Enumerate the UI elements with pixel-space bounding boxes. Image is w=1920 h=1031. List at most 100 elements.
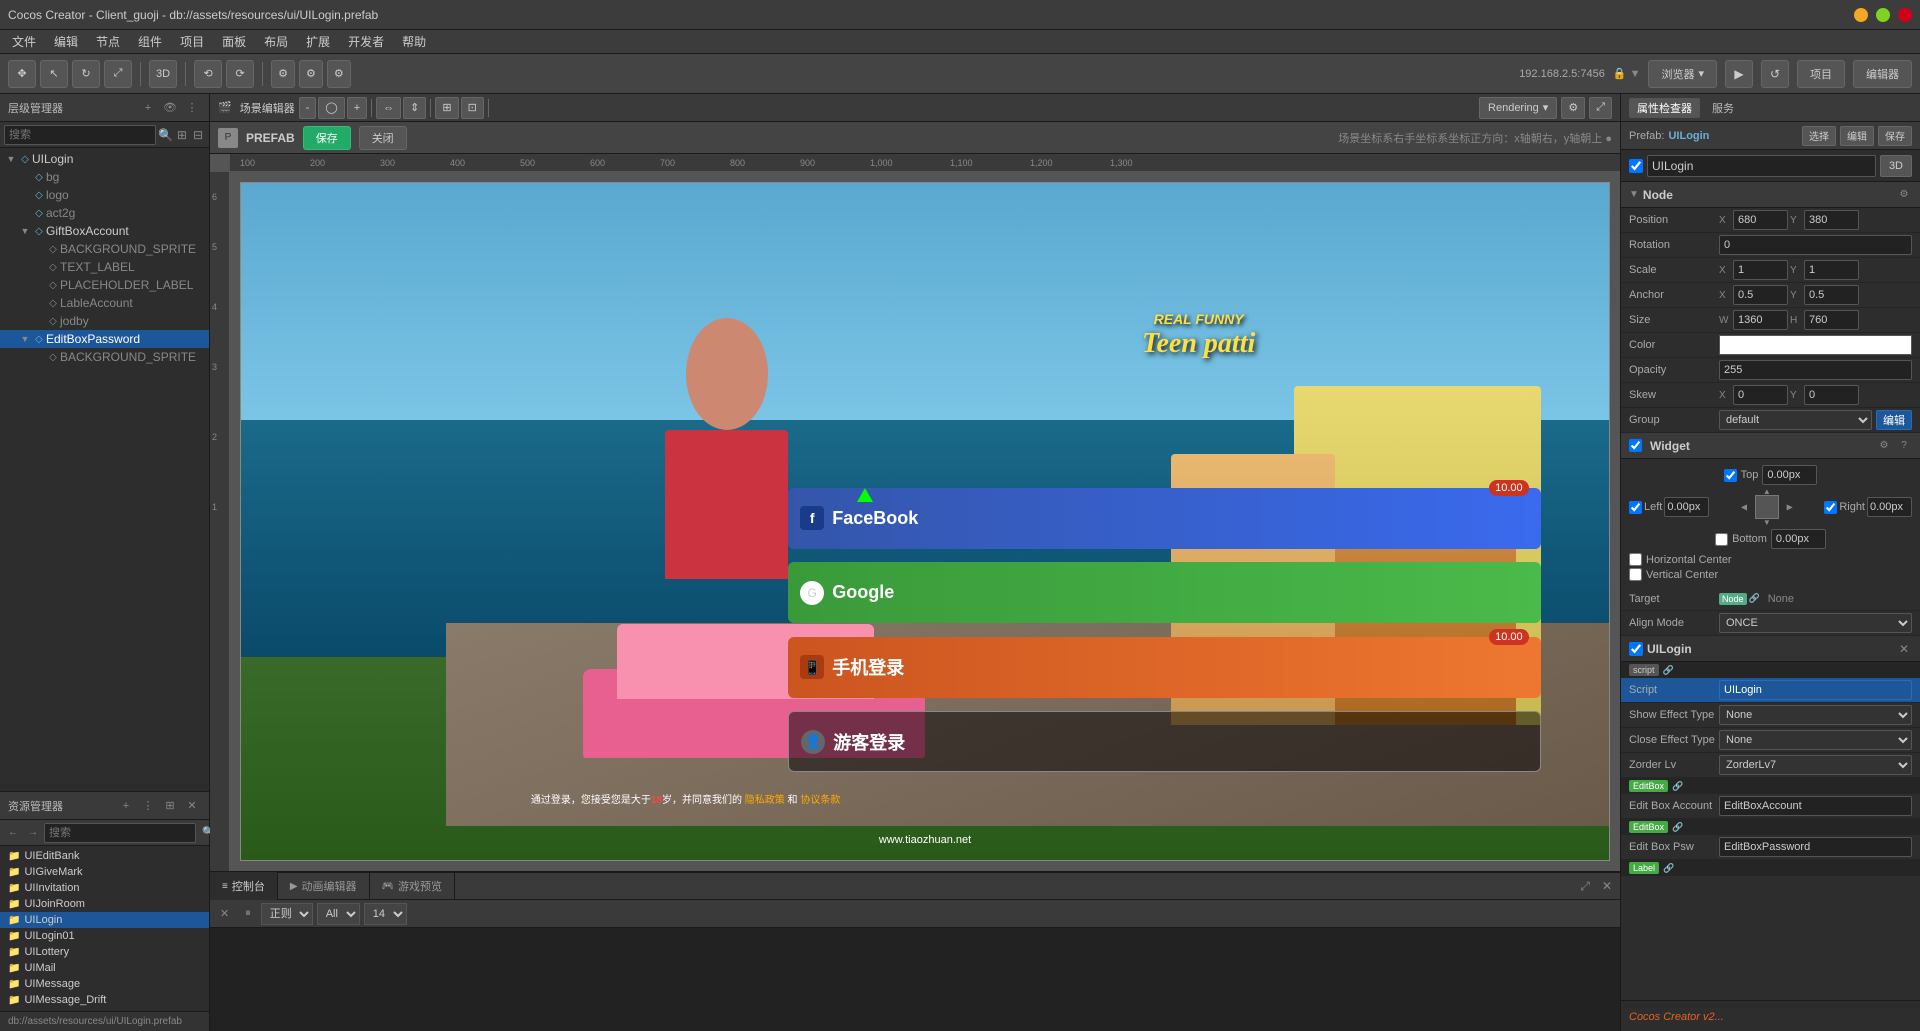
menu-extend[interactable]: 扩展 [298, 31, 338, 52]
tab-expand-btn[interactable]: ⤢ [1576, 877, 1594, 895]
asset-more-btn[interactable]: ⋮ [139, 797, 157, 815]
hierarchy-search-expand[interactable]: ⊞ [175, 126, 189, 144]
asset-close-btn[interactable]: ✕ [183, 797, 201, 815]
asset-item-uigivemark[interactable]: 📁UIGiveMark [0, 864, 209, 880]
menu-edit[interactable]: 编辑 [46, 31, 86, 52]
uilogin-close-btn[interactable]: ✕ [1896, 641, 1912, 657]
tree-node-bg-sprite-2[interactable]: ▶ ◇ BACKGROUND_SPRITE [0, 348, 209, 366]
hierarchy-more-btn[interactable]: ⋮ [183, 99, 201, 117]
zoom-reset-btn[interactable]: ◯ [318, 97, 344, 119]
target-link-icon[interactable]: 🔗 [1749, 593, 1760, 604]
asset-item-uijoinroom[interactable]: 📁UIJoinRoom [0, 896, 209, 912]
group-edit-btn[interactable]: 编辑 [1876, 410, 1912, 430]
widget-bottom-input[interactable] [1771, 529, 1826, 549]
editbox-password-link[interactable]: 🔗 [1672, 822, 1683, 833]
opacity-input[interactable] [1719, 360, 1912, 380]
3d-toggle-btn[interactable]: 3D [1880, 155, 1912, 177]
asset-item-uimessage-drift[interactable]: 📁UIMessage_Drift [0, 992, 209, 1008]
tree-node-act2g[interactable]: ▶ ◇ act2g [0, 204, 209, 222]
menu-help[interactable]: 帮助 [394, 31, 434, 52]
tree-node-bg-sprite-1[interactable]: ▶ ◇ BACKGROUND_SPRITE [0, 240, 209, 258]
facebook-btn[interactable]: f FaceBook 10.00 [788, 488, 1540, 549]
maximize-button[interactable] [1876, 8, 1890, 22]
tab-close-btn[interactable]: ✕ [1598, 877, 1616, 895]
color-picker[interactable] [1719, 335, 1912, 355]
hierarchy-add-btn[interactable]: + [139, 99, 157, 117]
play-button[interactable]: ▶ [1725, 60, 1753, 88]
close-button[interactable] [1898, 8, 1912, 22]
menu-file[interactable]: 文件 [4, 31, 44, 52]
asset-item-uilottery[interactable]: 📁UILottery [0, 944, 209, 960]
toolbar-pause[interactable]: ⚙ [299, 60, 323, 88]
hierarchy-search-input[interactable] [4, 125, 156, 145]
scale-y-input[interactable] [1804, 260, 1859, 280]
tree-node-placeholder-label[interactable]: ▶ ◇ PLACEHOLDER_LABEL [0, 276, 209, 294]
asset-back-btn[interactable]: ← [4, 823, 22, 843]
toolbar-rotate[interactable]: ↻ [72, 60, 100, 88]
scene-expand-btn[interactable]: ⤢ [1589, 97, 1612, 119]
inspector-tab-service[interactable]: 服务 [1704, 98, 1742, 118]
grid-btn[interactable]: ⊞ [435, 97, 458, 119]
toolbar-redo[interactable]: ⟳ [226, 60, 254, 88]
asset-item-uieditbank[interactable]: 📁UIEditBank [0, 848, 209, 864]
editbox-account-link[interactable]: 🔗 [1672, 781, 1683, 792]
align-h-btn[interactable]: ⇔ [376, 97, 401, 119]
node-section-header[interactable]: ▼ Node ⚙ [1621, 182, 1920, 208]
align-mode-select[interactable]: ONCE [1719, 613, 1912, 633]
asset-item-uimessage[interactable]: 📁UIMessage [0, 976, 209, 992]
tree-node-giftboxaccount[interactable]: ▼ ◇ GiftBoxAccount [0, 222, 209, 240]
editor-button[interactable]: 编辑器 [1853, 60, 1912, 88]
skew-x-input[interactable] [1733, 385, 1788, 405]
snap-btn[interactable]: ⊡ [461, 97, 484, 119]
toolbar-3d[interactable]: 3D [149, 60, 177, 88]
widget-h-center-checkbox[interactable] [1629, 553, 1642, 566]
widget-right-checkbox[interactable] [1824, 501, 1837, 514]
console-filter-select[interactable]: 正则 [261, 903, 313, 925]
align-v-btn[interactable]: ⇕ [403, 97, 426, 119]
size-w-input[interactable] [1733, 310, 1788, 330]
tab-game-preview[interactable]: 🎮 游戏预览 [370, 872, 455, 900]
widget-right-input[interactable] [1867, 497, 1912, 517]
menu-component[interactable]: 组件 [130, 31, 170, 52]
tab-console[interactable]: ≡ 控制台 [210, 872, 278, 900]
widget-v-center-checkbox[interactable] [1629, 568, 1642, 581]
zoom-in-btn[interactable]: + [347, 97, 367, 119]
phone-login-btn[interactable]: 📱 手机登录 10.00 [788, 637, 1540, 698]
toolbar-step[interactable]: ⚙ [327, 60, 351, 88]
node-active-checkbox[interactable] [1629, 159, 1643, 173]
widget-bottom-checkbox[interactable] [1715, 533, 1728, 546]
widget-left-input[interactable] [1664, 497, 1709, 517]
save-prefab-inspector-btn[interactable]: 保存 [1878, 126, 1912, 146]
hierarchy-search-collapse[interactable]: ⊟ [191, 126, 205, 144]
edit-box-psw-input[interactable] [1719, 837, 1912, 857]
close-prefab-btn[interactable]: 关闭 [359, 126, 407, 150]
anchor-x-input[interactable] [1733, 285, 1788, 305]
widget-help-icon[interactable]: ? [1896, 438, 1912, 454]
menu-project[interactable]: 项目 [172, 31, 212, 52]
menu-layout[interactable]: 布局 [256, 31, 296, 52]
console-level-select[interactable]: All [317, 903, 360, 925]
node-name-input[interactable] [1647, 155, 1876, 177]
label-link[interactable]: 🔗 [1663, 863, 1674, 874]
toolbar-scale[interactable]: ⤢ [104, 60, 132, 88]
tree-node-jodby[interactable]: ▶ ◇ jodby [0, 312, 209, 330]
choose-prefab-btn[interactable]: 选择 [1802, 126, 1836, 146]
console-size-select[interactable]: 14 [364, 903, 407, 925]
anchor-y-input[interactable] [1804, 285, 1859, 305]
menu-developer[interactable]: 开发者 [340, 31, 392, 52]
zorder-select[interactable]: ZorderLv7 [1719, 755, 1912, 775]
inspector-tab-properties[interactable]: 属性检查器 [1629, 98, 1700, 118]
node-section-settings[interactable]: ⚙ [1896, 187, 1912, 203]
widget-section-header[interactable]: Widget ⚙ ? [1621, 433, 1920, 459]
menu-panel[interactable]: 面板 [214, 31, 254, 52]
console-clear-btn[interactable]: ✕ [214, 904, 235, 924]
show-effect-select[interactable]: None [1719, 705, 1912, 725]
refresh-button[interactable]: ↺ [1761, 60, 1789, 88]
script-link-icon[interactable]: 🔗 [1663, 665, 1674, 676]
scene-settings-btn[interactable]: ⚙ [1561, 97, 1585, 119]
hierarchy-search-filter[interactable]: 🔍 [158, 126, 173, 144]
widget-left-checkbox[interactable] [1629, 501, 1642, 514]
asset-add-btn[interactable]: + [117, 797, 135, 815]
script-input[interactable] [1719, 680, 1912, 700]
widget-settings-icon[interactable]: ⚙ [1876, 438, 1892, 454]
